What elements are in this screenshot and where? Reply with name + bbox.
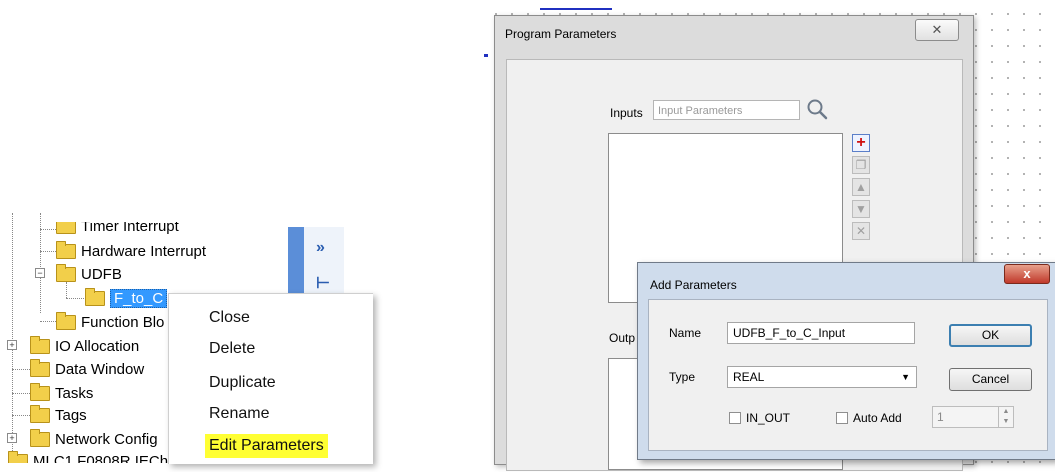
context-menu: Close Delete Duplicate Rename Edit Param… [168, 293, 373, 464]
dialog-title: Program Parameters [505, 27, 617, 41]
name-field[interactable]: UDFB_F_to_C_Input [727, 322, 915, 344]
chevron-down-icon: ▼ [901, 372, 910, 382]
tree-connector [40, 251, 56, 252]
tree-connector [12, 393, 30, 394]
tree-connector [12, 213, 13, 453]
add-parameters-body: Name UDFB_F_to_C_Input Type REAL ▼ IN_OU… [648, 299, 1048, 451]
folder-icon [56, 263, 76, 282]
tree-item-mlc1[interactable]: MLC1 F0808R IECh [8, 450, 169, 470]
folder-icon [30, 404, 50, 423]
side-toolbar-bar [288, 227, 304, 297]
tree-item-tags[interactable]: Tags [30, 404, 87, 426]
auto-add-count-value: 1 [937, 410, 944, 424]
tree-item-label: UDFB [81, 265, 122, 283]
folder-icon [30, 428, 50, 447]
name-label: Name [669, 326, 702, 340]
tree-item-label: Data Window [55, 360, 145, 378]
folder-icon [30, 335, 50, 354]
close-button[interactable]: ✕ [915, 19, 959, 41]
pin-icon[interactable]: ⊢ [316, 273, 330, 293]
delete-icon: ✕ [852, 222, 870, 240]
type-label: Type [669, 370, 696, 384]
in-out-checkbox[interactable] [729, 412, 741, 424]
tree-item-label: Tags [55, 406, 87, 424]
tree-item-hardware-interrupt[interactable]: Hardware Interrupt [56, 240, 206, 262]
tree-item-f-to-c[interactable]: F_to_C [85, 287, 168, 309]
auto-add-count-stepper[interactable]: 1 ▲ ▼ [932, 406, 1014, 428]
tree-item-data-window[interactable]: Data Window [30, 358, 144, 380]
move-down-icon: ▼ [852, 200, 870, 218]
tree-connector [40, 213, 41, 313]
inputs-label: Inputs [610, 106, 643, 120]
outputs-label: Outp [609, 331, 636, 345]
tree-item-network-config[interactable]: Network Config [30, 428, 158, 450]
close-button[interactable]: x [1004, 264, 1050, 284]
rung-line [540, 8, 612, 10]
expand-icon[interactable]: + [7, 433, 17, 443]
move-up-icon: ▲ [852, 178, 870, 196]
menu-item-duplicate[interactable]: Duplicate [205, 371, 280, 395]
type-select[interactable]: REAL ▼ [727, 366, 917, 388]
tree-item-label: Network Config [55, 430, 158, 448]
menu-item-rename[interactable]: Rename [205, 402, 273, 426]
in-out-label: IN_OUT [746, 411, 791, 425]
folder-icon [30, 382, 50, 401]
input-parameters-search[interactable]: Input Parameters [653, 100, 800, 120]
folder-icon [8, 450, 28, 463]
expand-icon[interactable]: + [7, 340, 17, 350]
ok-button[interactable]: OK [949, 324, 1032, 347]
add-icon[interactable]: + [852, 134, 870, 152]
tree-connector [40, 229, 56, 230]
search-icon[interactable] [805, 97, 829, 121]
auto-add-label: Auto Add [853, 411, 902, 425]
tree-item-io-allocation[interactable]: IO Allocation [30, 335, 139, 357]
tree-item-label: IO Allocation [55, 337, 140, 355]
tree-item-udfb[interactable]: UDFB [56, 263, 122, 285]
tree-item-label: Tasks [55, 384, 94, 402]
collapse-icon[interactable]: − [35, 268, 45, 278]
tree-item-label: MLC1 F0808R IECh [33, 452, 169, 470]
tree-connector [40, 321, 56, 322]
tree-item-function-blocks[interactable]: Function Blo [56, 311, 164, 333]
copy-icon: ❐ [852, 156, 870, 174]
tree-connector [66, 298, 84, 299]
tree-item-label: F_to_C [110, 288, 168, 308]
rung-marker [484, 54, 488, 57]
menu-item-edit-parameters[interactable]: Edit Parameters [205, 434, 328, 458]
open-folder-icon [85, 287, 105, 306]
side-toolbar: » ⊢ [288, 227, 344, 297]
tree-item-label: Function Blo [81, 313, 165, 331]
menu-item-delete[interactable]: Delete [205, 337, 259, 361]
folder-icon [56, 311, 76, 330]
cancel-button[interactable]: Cancel [949, 368, 1032, 391]
type-select-value: REAL [733, 370, 765, 384]
dialog-title: Add Parameters [650, 278, 737, 292]
folder-icon [56, 240, 76, 259]
tree-item-label: Hardware Interrupt [81, 242, 207, 260]
tree-connector [12, 369, 30, 370]
tree-item-tasks[interactable]: Tasks [30, 382, 93, 404]
tree-connector [12, 415, 30, 416]
folder-icon [30, 358, 50, 377]
auto-add-checkbox[interactable] [836, 412, 848, 424]
expand-all-icon[interactable]: » [316, 239, 325, 257]
stepper-arrows-icon[interactable]: ▲ ▼ [998, 407, 1013, 427]
add-parameters-dialog: Add Parameters x Name UDFB_F_to_C_Input … [637, 262, 1055, 460]
menu-item-close[interactable]: Close [205, 306, 254, 330]
